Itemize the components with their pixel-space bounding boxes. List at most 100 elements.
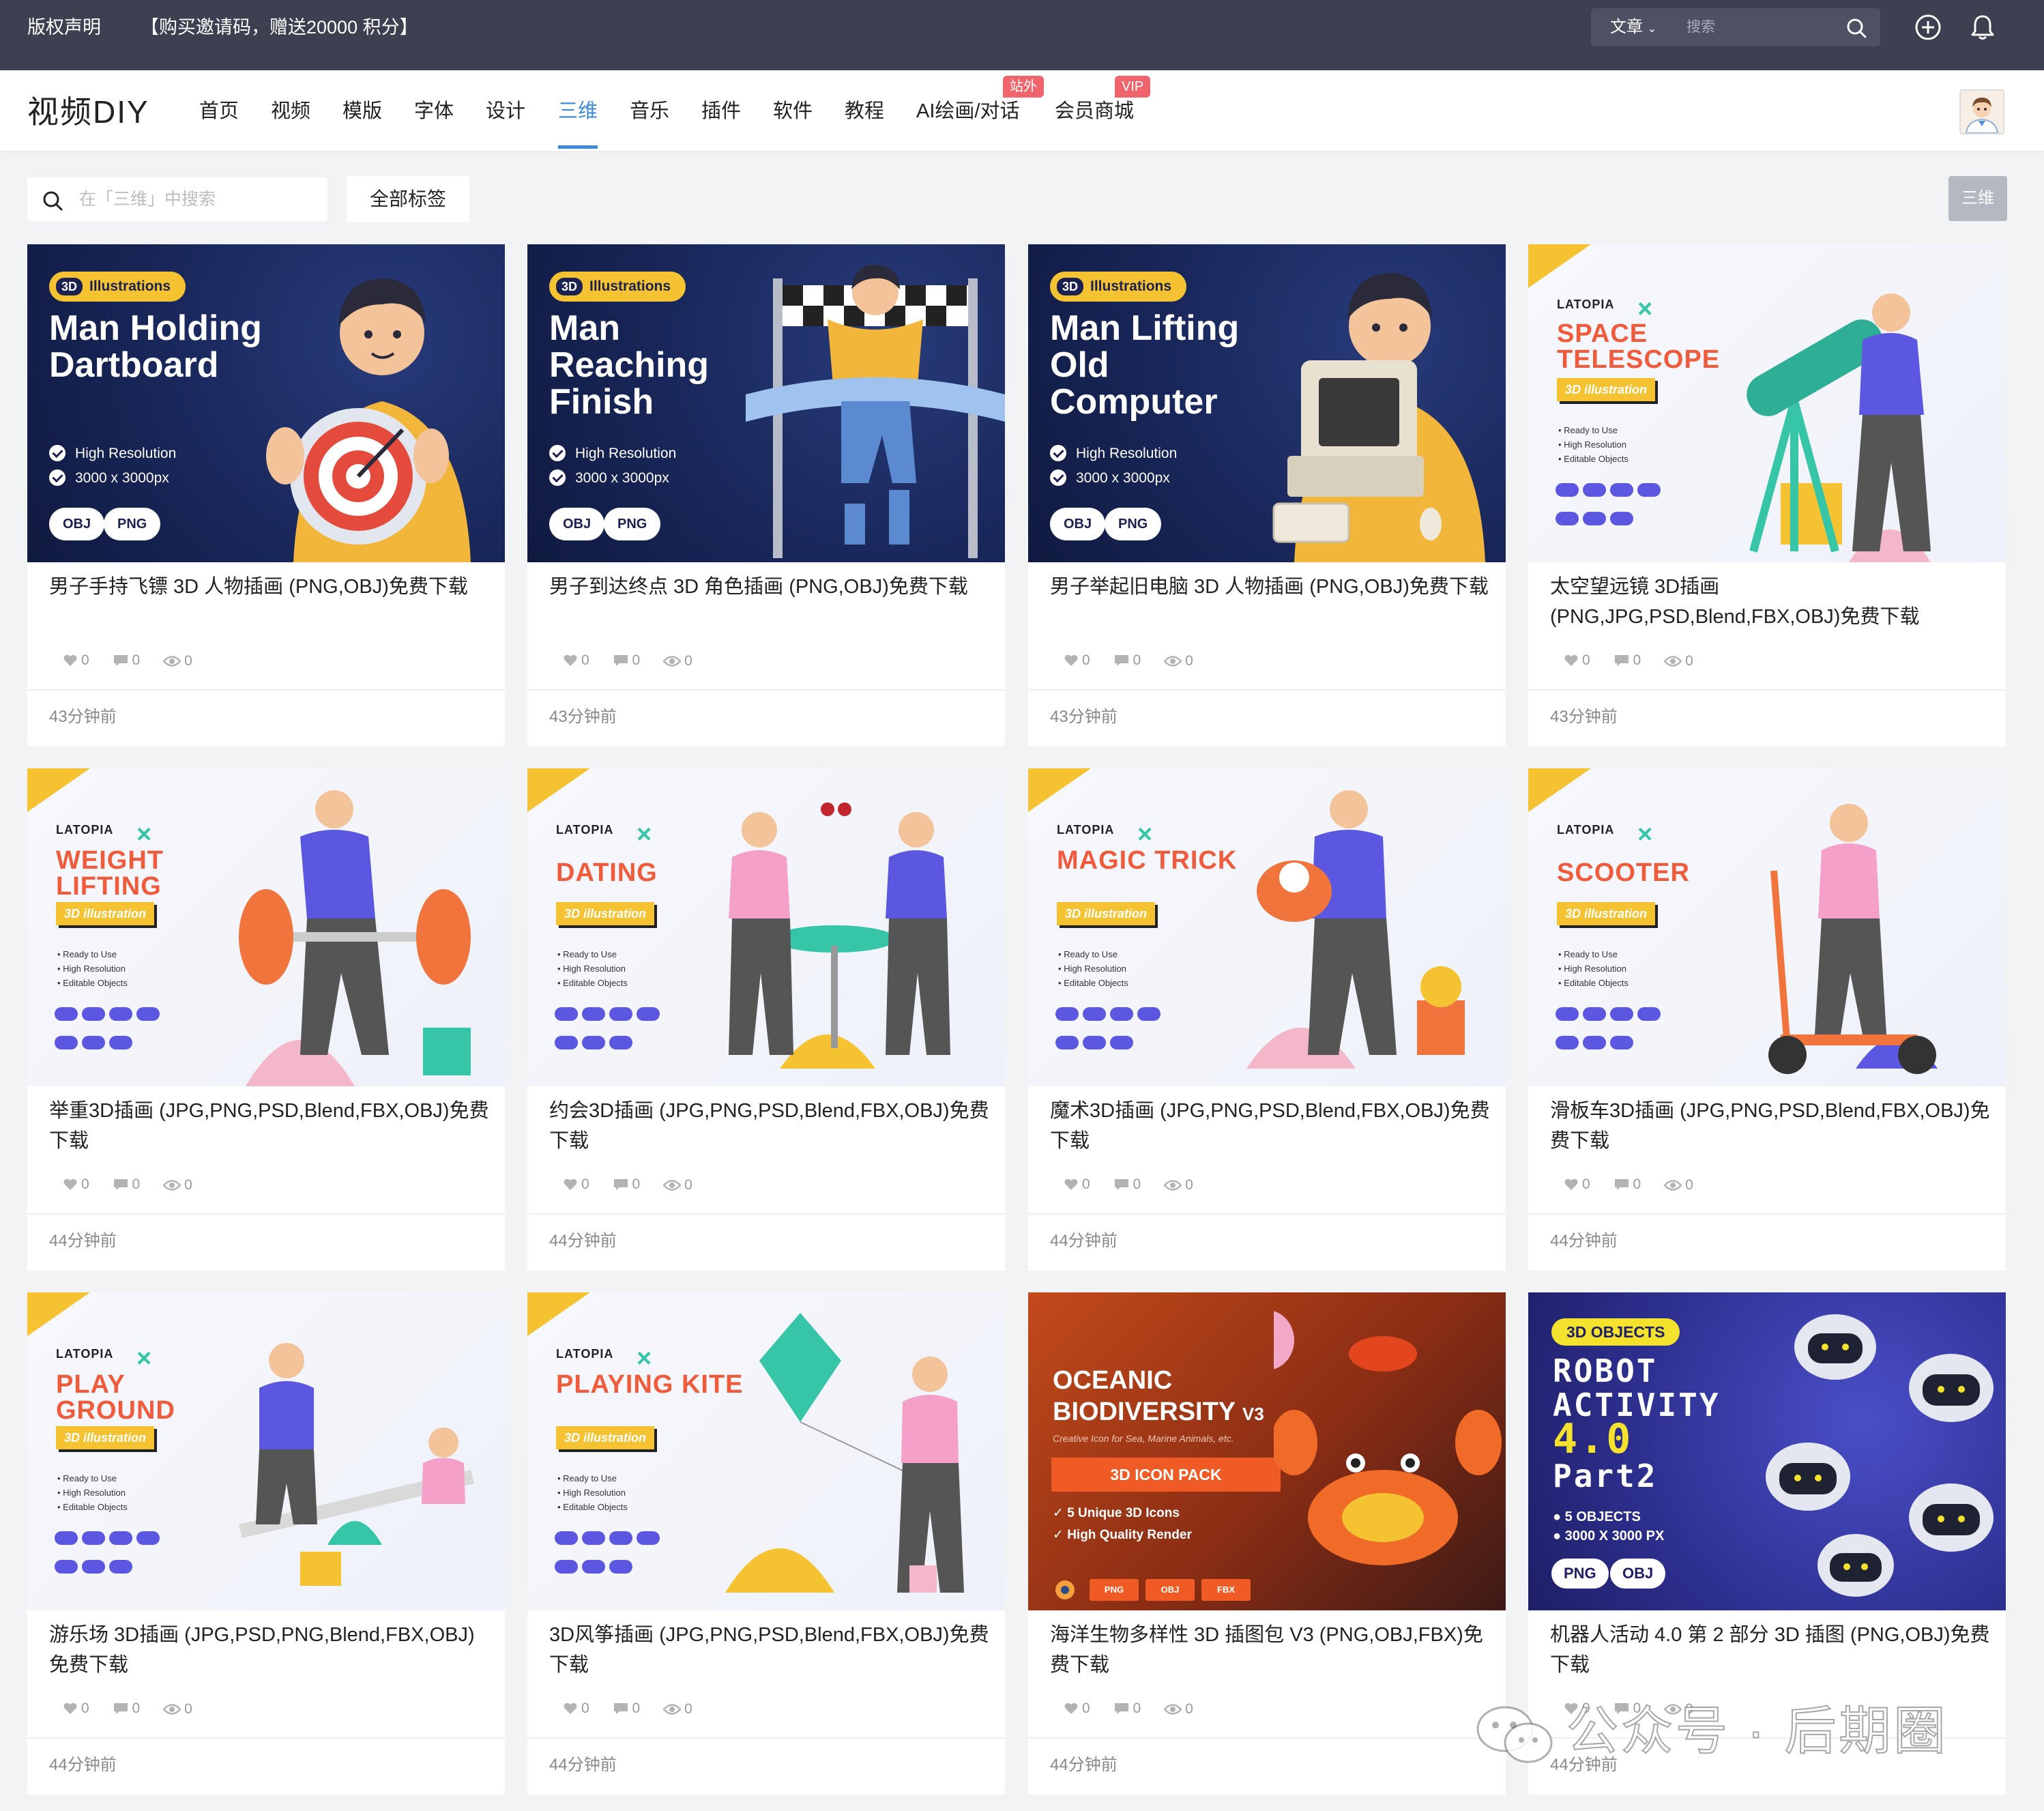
comment-count[interactable]: 0 bbox=[113, 1700, 140, 1717]
comment-count[interactable]: 0 bbox=[1113, 1700, 1141, 1717]
offsite-badge: 站外 bbox=[1003, 76, 1044, 98]
comment-count[interactable]: 0 bbox=[613, 1700, 640, 1717]
post-card[interactable]: LATOPIA × PLAY GROUND 3D illustration • … bbox=[27, 1292, 505, 1795]
search-icon[interactable] bbox=[1845, 16, 1868, 40]
post-thumbnail[interactable]: LATOPIA × PLAYING KITE 3D illustration •… bbox=[527, 1292, 1005, 1610]
comment-count[interactable]: 0 bbox=[1614, 1176, 1641, 1193]
post-title[interactable]: 男子举起旧电脑 3D 人物插画 (PNG,OBJ)免费下载 bbox=[1050, 572, 1492, 602]
comment-count[interactable]: 0 bbox=[1113, 652, 1141, 669]
category-tag[interactable]: 三维 bbox=[1948, 176, 2007, 221]
post-card[interactable]: LATOPIA × WEIGHT LIFTING 3D illustration… bbox=[27, 768, 505, 1271]
nav-item-software[interactable]: 软件 bbox=[773, 98, 813, 125]
promo-link[interactable]: 【购买邀请码，赠送20000 积分】 bbox=[141, 15, 418, 40]
comment-count[interactable]: 0 bbox=[613, 1176, 640, 1193]
post-title[interactable]: 太空望远镜 3D插画 (PNG,JPG,PSD,Blend,FBX,OBJ)免费… bbox=[1550, 572, 1992, 632]
comment-count[interactable]: 0 bbox=[113, 1176, 140, 1193]
like-count[interactable]: 0 bbox=[1064, 652, 1090, 669]
bell-icon[interactable] bbox=[1968, 12, 1998, 42]
heart-icon bbox=[1064, 1703, 1078, 1714]
post-thumbnail[interactable]: OCEANIC BIODIVERSITY V3 Creative Icon for… bbox=[1028, 1292, 1506, 1610]
post-card[interactable]: LATOPIA × PLAYING KITE 3D illustration •… bbox=[527, 1292, 1005, 1795]
nav-item-fonts[interactable]: 字体 bbox=[414, 98, 454, 125]
post-title[interactable]: 魔术3D插画 (JPG,PNG,PSD,Blend,FBX,OBJ)免费下载 bbox=[1050, 1096, 1492, 1156]
post-card[interactable]: LATOPIA × SPACE TELESCOPE 3D illustratio… bbox=[1528, 244, 2006, 747]
post-thumbnail[interactable]: LATOPIA × SPACE TELESCOPE 3D illustratio… bbox=[1528, 244, 2006, 562]
nav-item-plugins[interactable]: 插件 bbox=[701, 98, 741, 125]
add-circle-icon[interactable] bbox=[1913, 12, 1943, 42]
thumb-subtitle: 3D illustration bbox=[556, 902, 655, 925]
post-card[interactable]: OCEANIC BIODIVERSITY V3 Creative Icon for… bbox=[1028, 1292, 1506, 1795]
card-divider bbox=[27, 1213, 505, 1215]
comment-count[interactable]: 0 bbox=[1113, 1176, 1141, 1193]
thumb-subtitle: Creative Icon for Sea, Marine Animals, e… bbox=[1053, 1433, 1234, 1444]
thumb-bullet: • Editable Objects bbox=[1058, 978, 1128, 988]
post-title[interactable]: 滑板车3D插画 (JPG,PNG,PSD,Blend,FBX,OBJ)免费下载 bbox=[1550, 1096, 1992, 1156]
nav-item-templates[interactable]: 模版 bbox=[342, 98, 382, 125]
like-count[interactable]: 0 bbox=[1064, 1176, 1090, 1193]
like-count[interactable]: 0 bbox=[563, 652, 589, 669]
post-title[interactable]: 机器人活动 4.0 第 2 部分 3D 插图 (PNG,OBJ)免费下载 bbox=[1550, 1620, 1992, 1680]
dating-illustration bbox=[729, 802, 950, 1069]
post-thumbnail[interactable]: LATOPIA × MAGIC TRICK 3D illustration • … bbox=[1028, 768, 1506, 1086]
comment-count[interactable]: 0 bbox=[113, 652, 140, 669]
comment-count[interactable]: 0 bbox=[1614, 652, 1641, 669]
view-count: 0 bbox=[663, 1701, 692, 1718]
comment-count-value: 0 bbox=[1633, 652, 1641, 668]
post-title[interactable]: 举重3D插画 (JPG,PNG,PSD,Blend,FBX,OBJ)免费下载 bbox=[49, 1096, 491, 1156]
nav-item-music[interactable]: 音乐 bbox=[630, 98, 669, 125]
like-count[interactable]: 0 bbox=[63, 652, 89, 669]
post-title[interactable]: 游乐场 3D插画 (JPG,PSD,PNG,Blend,FBX,OBJ)免费下载 bbox=[49, 1620, 491, 1680]
post-card[interactable]: 3D Illustrations Man Holding Dartboard Hi… bbox=[27, 244, 505, 747]
nav-item-ai[interactable]: AI绘画/对话 bbox=[916, 98, 1019, 125]
heart-icon bbox=[564, 1703, 577, 1714]
like-count[interactable]: 0 bbox=[1564, 652, 1590, 669]
header-search-input[interactable] bbox=[1687, 18, 1823, 37]
eye-icon bbox=[1664, 656, 1682, 667]
site-logo[interactable]: 视频DIY bbox=[27, 93, 149, 131]
post-time: 44分钟前 bbox=[1050, 1232, 1118, 1250]
post-title[interactable]: 3D风筝插画 (JPG,PNG,PSD,Blend,FBX,OBJ)免费下载 bbox=[549, 1620, 991, 1680]
like-count[interactable]: 0 bbox=[563, 1700, 589, 1717]
copyright-link[interactable]: 版权声明 bbox=[27, 15, 101, 40]
nav-item-design[interactable]: 设计 bbox=[486, 98, 525, 125]
like-count[interactable]: 0 bbox=[1064, 1700, 1090, 1717]
thumb-format-pill: PNG bbox=[1551, 1559, 1609, 1589]
post-thumbnail[interactable]: 3D Illustrations Man Reaching Finish High… bbox=[527, 244, 1005, 562]
post-card[interactable]: 3D Illustrations Man Reaching Finish High… bbox=[527, 244, 1005, 747]
all-tags-button[interactable]: 全部标签 bbox=[347, 176, 469, 222]
nav-item-3d[interactable]: 三维 bbox=[558, 98, 598, 125]
post-title[interactable]: 海洋生物多样性 3D 插图包 V3 (PNG,OBJ,FBX)免费下载 bbox=[1050, 1620, 1492, 1680]
post-thumbnail[interactable]: 3D OBJECTS ROBOT ACTIVITY 4.0 Part2 ● 5 OB… bbox=[1528, 1292, 2006, 1610]
card-divider bbox=[1028, 689, 1506, 691]
post-time: 43分钟前 bbox=[49, 708, 117, 726]
post-thumbnail[interactable]: 3D Illustrations Man Holding Dartboard Hi… bbox=[27, 244, 505, 562]
post-thumbnail[interactable]: LATOPIA × SCOOTER 3D illustration • Read… bbox=[1528, 768, 2006, 1086]
post-thumbnail[interactable]: LATOPIA × WEIGHT LIFTING 3D illustration… bbox=[27, 768, 505, 1086]
nav-item-home[interactable]: 首页 bbox=[199, 98, 239, 125]
post-title[interactable]: 男子手持飞镖 3D 人物插画 (PNG,OBJ)免费下载 bbox=[49, 572, 491, 602]
user-avatar[interactable] bbox=[1959, 89, 2004, 134]
post-card[interactable]: LATOPIA × DATING 3D illustration • Ready… bbox=[527, 768, 1005, 1271]
post-thumbnail[interactable]: 3D Illustrations Man Lifting Old Computer… bbox=[1028, 244, 1506, 562]
search-icon bbox=[43, 191, 63, 211]
bullet-icon: ● bbox=[1553, 1509, 1565, 1524]
like-count[interactable]: 0 bbox=[1564, 1176, 1590, 1193]
thumb-subtitle: 3D illustration bbox=[1557, 378, 1656, 401]
post-card[interactable]: LATOPIA × SCOOTER 3D illustration • Read… bbox=[1528, 768, 2006, 1271]
like-count[interactable]: 0 bbox=[563, 1176, 589, 1193]
post-card[interactable]: LATOPIA × MAGIC TRICK 3D illustration • … bbox=[1028, 768, 1506, 1271]
post-title[interactable]: 男子到达终点 3D 角色插画 (PNG,OBJ)免费下载 bbox=[549, 572, 991, 602]
nav-item-vip-shop[interactable]: 会员商城 bbox=[1055, 98, 1134, 125]
nav-item-video[interactable]: 视频 bbox=[271, 98, 310, 125]
like-count-value: 0 bbox=[1082, 1176, 1090, 1192]
post-title[interactable]: 约会3D插画 (JPG,PNG,PSD,Blend,FBX,OBJ)免费下载 bbox=[549, 1096, 991, 1156]
like-count[interactable]: 0 bbox=[63, 1176, 89, 1193]
category-search-input[interactable] bbox=[79, 188, 311, 210]
comment-count[interactable]: 0 bbox=[613, 652, 640, 669]
like-count[interactable]: 0 bbox=[63, 1700, 89, 1717]
nav-item-tutorials[interactable]: 教程 bbox=[845, 98, 884, 125]
post-thumbnail[interactable]: LATOPIA × DATING 3D illustration • Ready… bbox=[527, 768, 1005, 1086]
post-thumbnail[interactable]: LATOPIA × PLAY GROUND 3D illustration • … bbox=[27, 1292, 505, 1610]
post-card[interactable]: 3D Illustrations Man Lifting Old Computer… bbox=[1028, 244, 1506, 747]
search-scope-select[interactable]: 文章 ⌄ bbox=[1610, 16, 1656, 40]
